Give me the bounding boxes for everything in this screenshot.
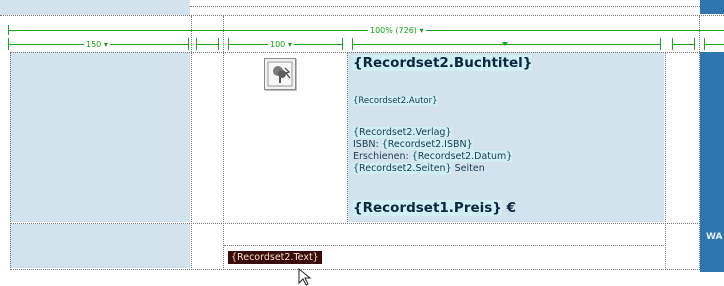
left-sidebar-cell[interactable] bbox=[10, 52, 190, 222]
grid-line-col-d bbox=[347, 52, 348, 224]
isbn-line[interactable]: ISBN: {Recordset2.ISBN} bbox=[353, 139, 473, 151]
pages-line[interactable]: {Recordset2.Seiten} Seiten bbox=[353, 163, 485, 175]
right-column-label: WA bbox=[706, 232, 723, 242]
top-left-cell[interactable] bbox=[0, 0, 190, 15]
ruler-col6-tick-left bbox=[704, 38, 705, 50]
ruler-total-label[interactable]: 100% (726) ▾ bbox=[368, 26, 426, 35]
image-cell[interactable] bbox=[224, 52, 346, 222]
ruler-col3-label[interactable]: 100 ▾ bbox=[268, 40, 294, 49]
ruler-col3-tick-right bbox=[342, 38, 343, 50]
published-label: Erschienen: bbox=[353, 151, 412, 162]
ruler-col1-tick-left bbox=[8, 38, 9, 50]
pages-field[interactable]: {Recordset2.Seiten} bbox=[353, 163, 452, 174]
isbn-label: ISBN: bbox=[353, 139, 382, 150]
ruler-col5-tick-right bbox=[694, 38, 695, 50]
left-sidebar-cell-lower[interactable] bbox=[10, 224, 190, 268]
grid-line-bottom bbox=[10, 269, 700, 270]
top-right-cell[interactable] bbox=[700, 0, 724, 14]
right-column-cell[interactable]: WA bbox=[700, 52, 724, 272]
grid-line-row1-top bbox=[10, 52, 700, 53]
ruler-col2-tick-right bbox=[218, 38, 219, 50]
ruler-col2-tick-left bbox=[196, 38, 197, 50]
ruler-total-line bbox=[8, 30, 724, 31]
lower-spacer-cell[interactable] bbox=[192, 224, 222, 268]
ruler-col5-line bbox=[672, 44, 694, 45]
grid-line-col-a bbox=[10, 52, 11, 270]
spacer-cell-right[interactable] bbox=[666, 52, 698, 222]
ruler-total-tick-left bbox=[8, 25, 9, 35]
published-line[interactable]: Erschienen: {Recordset2.Datum} bbox=[353, 151, 513, 163]
currency-symbol: € bbox=[501, 200, 517, 216]
ruler-col2-line bbox=[196, 44, 218, 45]
ruler-col1-label[interactable]: 150 ▾ bbox=[84, 40, 110, 49]
published-field[interactable]: {Recordset2.Datum} bbox=[411, 151, 513, 162]
text-field-selected[interactable]: {Recordset2.Text} bbox=[228, 251, 322, 264]
book-cover-image-placeholder[interactable] bbox=[264, 58, 296, 90]
grid-line-col-c bbox=[223, 16, 224, 270]
ruler-col5-tick-left bbox=[672, 38, 673, 50]
ruler-col4-tick-left bbox=[352, 38, 353, 50]
price-line[interactable]: {Recordset1.Preis} € bbox=[353, 200, 516, 216]
image-icon bbox=[267, 61, 293, 87]
grid-line-row3-top bbox=[224, 245, 666, 246]
spacer-cell[interactable] bbox=[192, 52, 222, 222]
ruler-col1-tick-right bbox=[188, 38, 189, 50]
author-field[interactable]: {Recordset2.Autor} bbox=[353, 96, 438, 106]
grid-line-col-e bbox=[665, 52, 666, 270]
publisher-field[interactable]: {Recordset2.Verlag} bbox=[353, 127, 452, 139]
ruler-col3-tick-left bbox=[228, 38, 229, 50]
grid-line-col-b bbox=[191, 16, 192, 270]
lower-empty-row[interactable] bbox=[224, 224, 664, 244]
ruler-col4-tick-right bbox=[660, 38, 661, 50]
book-details-cell[interactable]: {Recordset2.Buchtitel} {Recordset2.Autor… bbox=[348, 52, 664, 222]
isbn-field[interactable]: {Recordset2.ISBN} bbox=[381, 139, 473, 150]
price-field[interactable]: {Recordset1.Preis} bbox=[353, 200, 502, 216]
book-title-field[interactable]: {Recordset2.Buchtitel} bbox=[353, 55, 533, 71]
grid-line-col-f bbox=[699, 16, 700, 270]
ruler-col4-dropdown-arrow[interactable] bbox=[502, 42, 508, 46]
mouse-cursor-icon bbox=[298, 268, 312, 286]
ruler-col6-line bbox=[704, 44, 724, 45]
top-divider bbox=[0, 15, 724, 16]
grid-line-row2-top bbox=[10, 223, 700, 224]
top-divider-2 bbox=[190, 6, 700, 7]
pages-suffix: Seiten bbox=[451, 163, 485, 174]
text-row[interactable]: {Recordset2.Text} bbox=[224, 246, 664, 268]
